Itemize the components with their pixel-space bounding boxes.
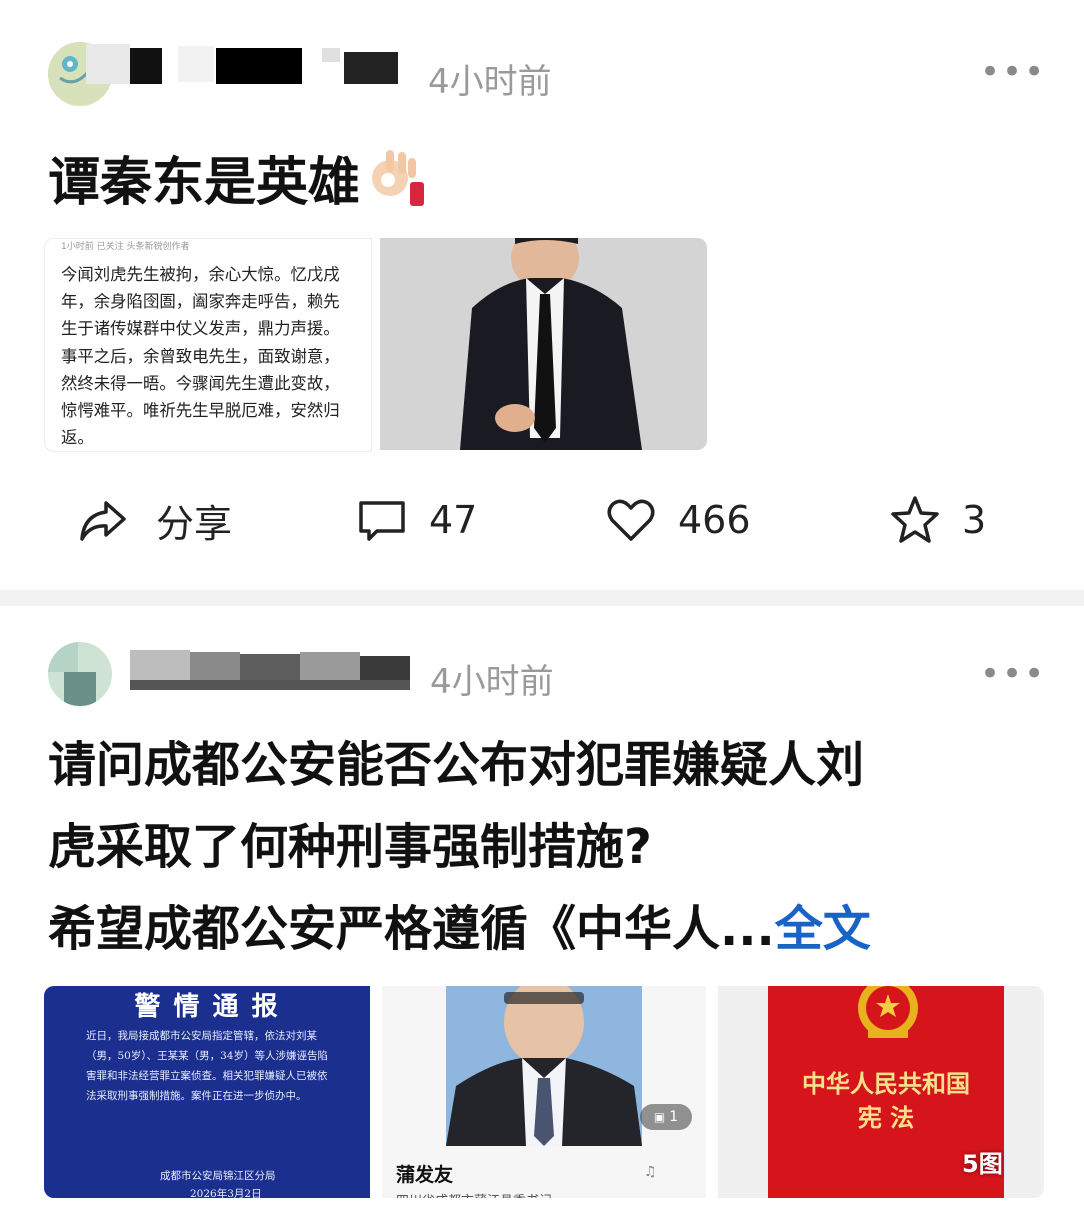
post-title: 请问成都公安能否公布对犯罪嫌疑人刘 虎采取了何种刑事强制措施? 希望成都公安严格… (48, 724, 1048, 970)
notice-title: 警 情 通 报 (134, 992, 280, 1022)
more-options-icon[interactable]: ••• (980, 55, 1046, 89)
post-title-line-3: 希望成都公安严格遵循《中华人...全文 (48, 888, 1048, 970)
comment-icon (359, 501, 405, 541)
quote-meta: 1小时前 已关注 头条新锐创作者 (61, 242, 190, 252)
gallery-icon: ▣ (653, 1110, 666, 1124)
quote-screenshot-image[interactable]: 1小时前 已关注 头条新锐创作者 今闻刘虎先生被拘，余心大惊。忆戊戌年，余身陷囹… (44, 238, 372, 452)
full-text-link[interactable]: 全文 (775, 901, 871, 957)
photo-count: 1 (669, 1109, 679, 1125)
share-label: 分享 (156, 501, 233, 546)
favorite-button[interactable]: 3 (888, 490, 986, 550)
post-title-text: 谭秦东是英雄 (48, 153, 361, 213)
post-title-line-3-text: 希望成都公安严格遵循《中华人... (48, 901, 775, 957)
feed-post-2[interactable]: 4小时前 ••• 请问成都公安能否公布对犯罪嫌疑人刘 虎采取了何种刑事强制措施?… (0, 606, 1084, 1221)
ok-hand-icon (366, 146, 428, 208)
quote-text: 今闻刘虎先生被拘，余心大惊。忆戊戌年，余身陷囹圄，阖家奔走呼告，赖先生于诸传媒群… (61, 265, 340, 448)
constitution-book-image[interactable]: 中华人民共和国 宪 法 5图 (718, 986, 1044, 1198)
heart-icon (607, 499, 655, 541)
man-portrait-image[interactable] (380, 238, 707, 450)
username-redacted[interactable] (124, 646, 424, 692)
person-caption: 四川省成都市蒲江县委书记 (396, 1190, 552, 1198)
national-emblem-icon (858, 986, 918, 1038)
feed-divider (0, 590, 1084, 606)
post-actions: 分享 47 466 3 (0, 490, 1084, 550)
username-redacted[interactable] (86, 42, 406, 88)
share-icon (80, 501, 126, 541)
post-time: 4小时前 (428, 62, 552, 102)
person-name: 蒲发友 (396, 1164, 454, 1186)
like-count: 466 (678, 498, 751, 542)
like-button[interactable]: 466 (604, 490, 751, 550)
notice-date: 2026年3月2日 (190, 1188, 262, 1198)
more-options-icon[interactable]: ••• (980, 657, 1046, 691)
post-title: 谭秦东是英雄 (48, 140, 428, 215)
post-title-line-1: 请问成都公安能否公布对犯罪嫌疑人刘 (48, 737, 865, 793)
book-title-line-2: 宪 法 (857, 1103, 915, 1132)
avatar-image (48, 642, 112, 706)
post-time: 4小时前 (430, 662, 554, 702)
star-icon (891, 496, 939, 543)
share-button[interactable]: 分享 (76, 490, 232, 550)
comment-count: 47 (429, 498, 478, 542)
notice-body: 近日，我局接成都市公安局指定管辖，依法对刘某（男，50岁）、王某某（男，34岁）… (86, 1030, 328, 1102)
official-portrait-image[interactable]: ▣1 蒲发友 ♫ 四川省成都市蒲江县委书记 (382, 986, 706, 1198)
post-title-line-2: 虎采取了何种刑事强制措施? (48, 819, 652, 875)
photo-count-badge: ▣ 1 (640, 1104, 692, 1130)
image-count-badge: 5图 (962, 1150, 1003, 1178)
favorite-count: 3 (962, 498, 987, 542)
audio-icon: ♫ (644, 1164, 657, 1180)
police-notice-image[interactable]: 警 情 通 报 近日，我局接成都市公安局指定管辖，依法对刘某（男，50岁）、王某… (44, 986, 370, 1198)
user-avatar[interactable] (48, 642, 112, 706)
notice-signature: 成都市公安局锦江区分局 (160, 1170, 276, 1182)
comment-button[interactable]: 47 (355, 490, 477, 550)
feed-post-1[interactable]: 4小时前 ••• 谭秦东是英雄 1小时前 已关注 头条新锐创作者 今闻刘虎先生被… (0, 0, 1084, 590)
book-title-line-1: 中华人民共和国 (802, 1069, 970, 1098)
